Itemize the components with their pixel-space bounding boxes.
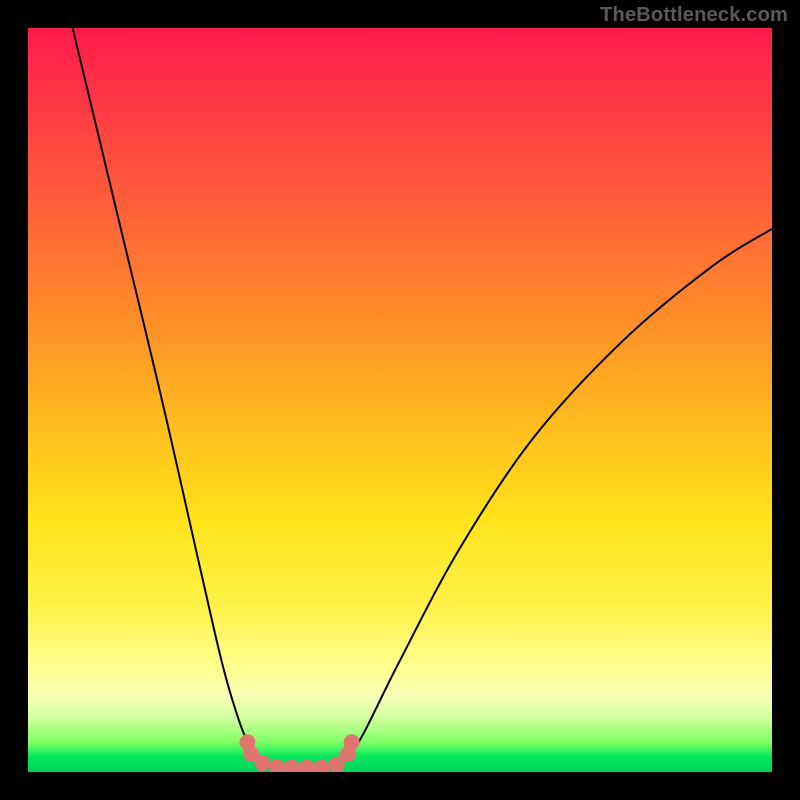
highlight-marker — [269, 759, 285, 772]
highlight-marker — [344, 734, 360, 750]
chart-frame: TheBottleneck.com — [0, 0, 800, 800]
highlight-marker — [254, 755, 270, 771]
series-bottleneck-curve-right — [333, 229, 772, 766]
watermark-text: TheBottleneck.com — [600, 4, 788, 27]
series-bottleneck-curve-left — [73, 28, 274, 766]
bottleneck-curve — [28, 28, 772, 772]
highlight-marker — [284, 760, 300, 772]
plot-area — [28, 28, 772, 772]
highlight-marker — [299, 760, 315, 772]
highlight-marker — [314, 760, 330, 772]
